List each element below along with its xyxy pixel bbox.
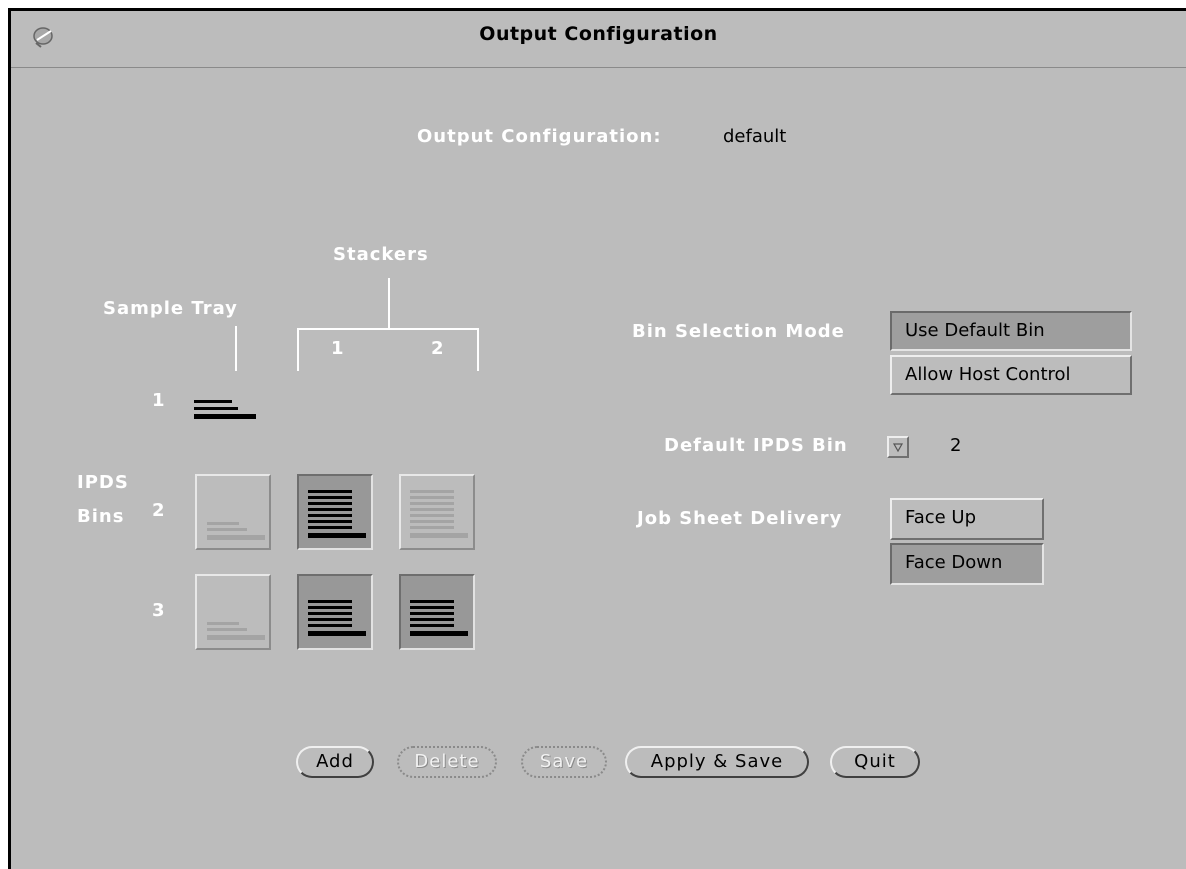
add-button[interactable]: Add (296, 746, 374, 778)
row-number-2: 2 (152, 500, 166, 521)
title-bar[interactable]: Output Configuration (11, 11, 1186, 68)
default-ipds-bin-value: 2 (950, 435, 962, 456)
empty-stack-icon (207, 622, 265, 640)
window-title: Output Configuration (479, 23, 718, 45)
app-window: Output Configuration Output Configuratio… (8, 8, 1186, 869)
sample-tray-line (235, 326, 237, 371)
ipds-bin-row2-stacker2[interactable] (399, 474, 475, 550)
stackers-bracket-left (297, 328, 299, 371)
save-button[interactable]: Save (521, 746, 607, 778)
ipds-bin-row3-stacker2[interactable] (399, 574, 475, 650)
ipds-bin-row3-stacker1[interactable] (297, 574, 373, 650)
ipds-bin-row2-sample-tray[interactable] (195, 474, 271, 550)
row-number-3: 3 (152, 600, 166, 621)
config-name-label: Output Configuration: (417, 126, 662, 147)
face-down-option[interactable]: Face Down (890, 543, 1044, 585)
apply-save-button[interactable]: Apply & Save (625, 746, 809, 778)
row-number-1: 1 (152, 390, 166, 411)
default-ipds-bin-label: Default IPDS Bin (664, 435, 848, 456)
full-stack-icon (308, 490, 366, 538)
empty-stack-icon (207, 522, 265, 540)
sample-tray-heading: Sample Tray (103, 298, 238, 319)
main-panel: Output Configuration: default Stackers S… (11, 68, 1186, 869)
stacker-number-1: 1 (331, 338, 345, 359)
ipds-label-line2: Bins (77, 506, 125, 527)
ipds-bin-row2-stacker1[interactable] (297, 474, 373, 550)
dimmed-stack-icon (410, 490, 468, 538)
menu-triangle-icon (892, 443, 904, 453)
stacker-number-2: 2 (431, 338, 445, 359)
stackers-heading: Stackers (333, 244, 429, 265)
default-ipds-bin-menu-button[interactable] (887, 436, 909, 458)
ipds-label-line1: IPDS (77, 472, 129, 493)
full-stack-icon (410, 600, 468, 636)
ipds-bin-row3-sample-tray[interactable] (195, 574, 271, 650)
use-default-bin-option[interactable]: Use Default Bin (890, 311, 1132, 351)
job-sheet-delivery-label: Job Sheet Delivery (637, 508, 843, 529)
sample-tray-stack-icon (194, 400, 256, 419)
allow-host-control-option[interactable]: Allow Host Control (890, 355, 1132, 395)
full-stack-icon (308, 600, 366, 636)
config-name-value: default (723, 126, 787, 147)
quit-button[interactable]: Quit (830, 746, 920, 778)
stackers-bracket-right (477, 328, 479, 371)
face-up-option[interactable]: Face Up (890, 498, 1044, 540)
stackers-bracket-stem (388, 278, 390, 330)
stackers-bracket-bar (297, 328, 479, 330)
delete-button[interactable]: Delete (397, 746, 497, 778)
bin-selection-mode-label: Bin Selection Mode (632, 321, 845, 342)
